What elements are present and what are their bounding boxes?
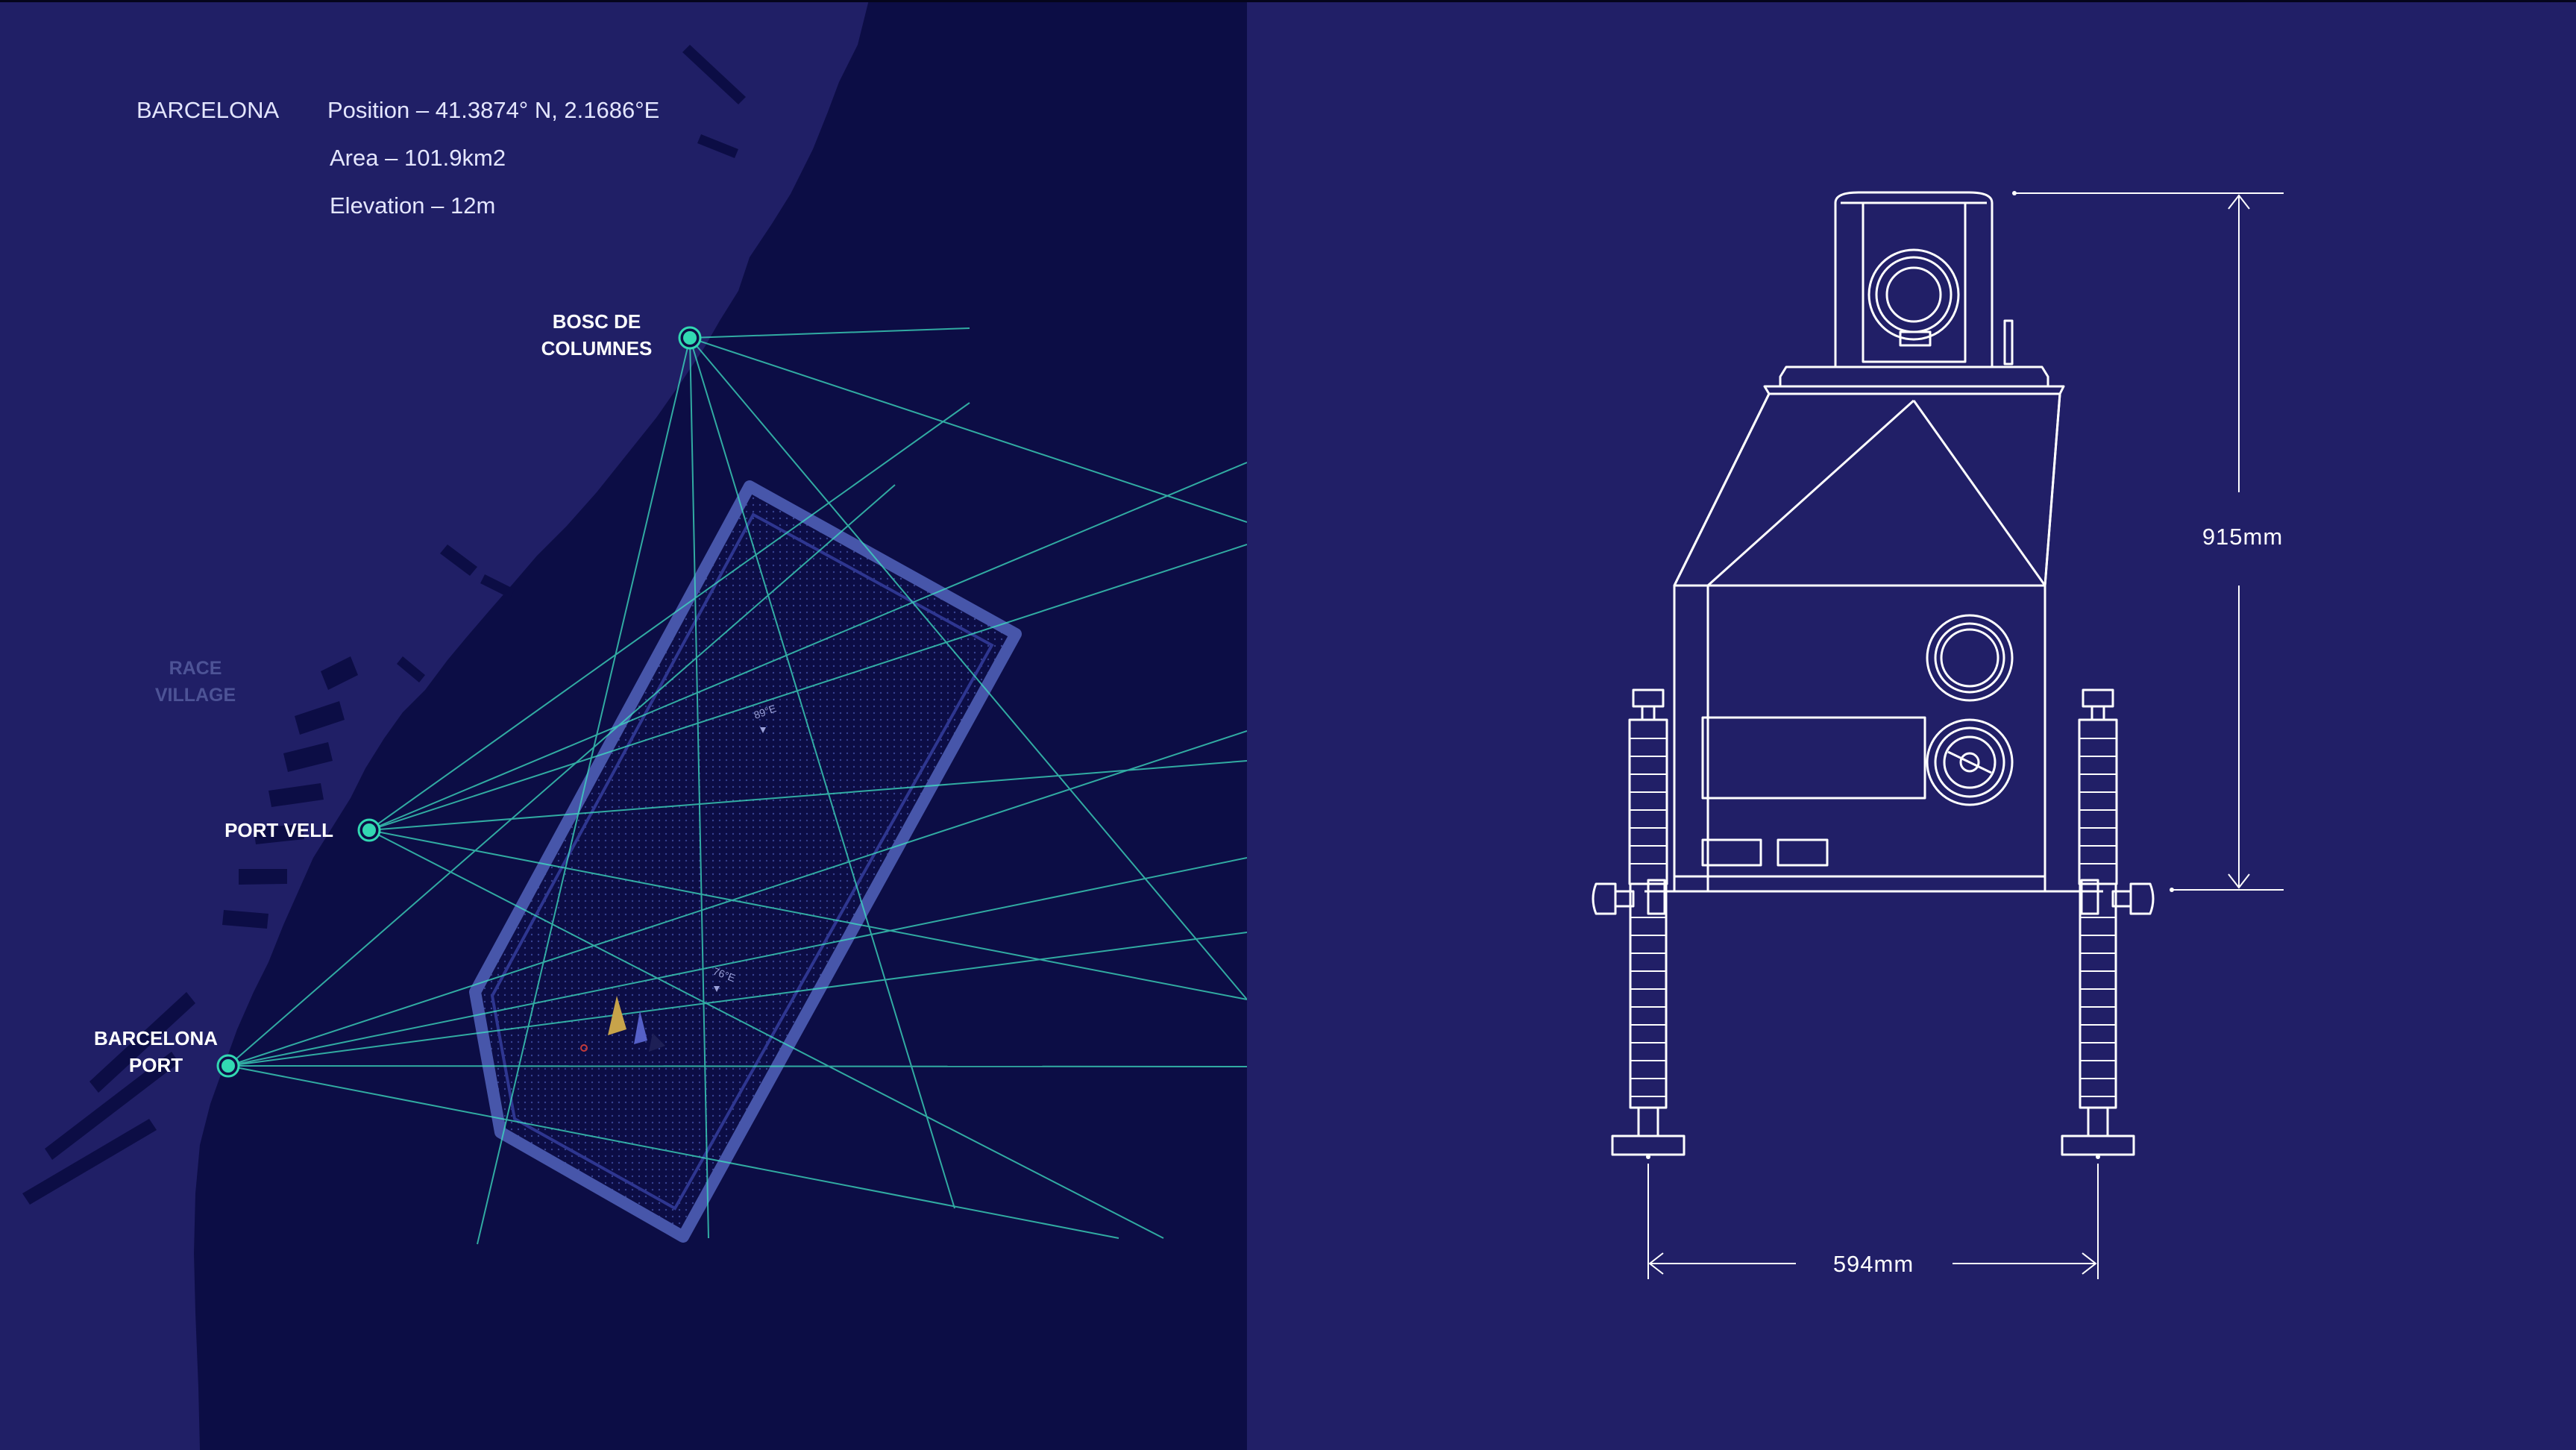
width-dimension-label: 594mm [1833, 1251, 1914, 1277]
position-text: Position – 41.3874° N, 2.1686°E [327, 97, 659, 123]
sightline [227, 1065, 1247, 1067]
station-label-bosc-line-1: BOSC DE [553, 310, 641, 333]
top-border [0, 0, 2576, 2]
dim-point [2170, 888, 2174, 892]
station-label-port-vell: PORT VELL [224, 819, 333, 841]
dim-point [2096, 1155, 2100, 1159]
map-panel: BARCELONA Position – 41.3874° N, 2.1686°… [0, 0, 1247, 1450]
coastline-map: BARCELONA Position – 41.3874° N, 2.1686°… [0, 0, 1247, 1450]
station-label-port-line-1: BARCELONA [94, 1027, 218, 1049]
area-text: Area – 101.9km2 [330, 145, 506, 171]
drawing-background [1247, 0, 2576, 1450]
dim-point [1646, 1155, 1650, 1159]
height-dimension-label: 915mm [2202, 524, 2283, 550]
city-name: BARCELONA [136, 97, 280, 123]
drawing-panel: 915mm 594mm [1247, 0, 2576, 1450]
station-label-port-line-2: PORT [129, 1054, 183, 1076]
device-drawing: 915mm 594mm [1247, 0, 2576, 1450]
stage: BARCELONA Position – 41.3874° N, 2.1686°… [0, 0, 2576, 1450]
station-label-bosc-line-2: COLUMNES [541, 337, 653, 360]
district-label-line-1: RACE [169, 658, 222, 679]
district-label-line-2: VILLAGE [155, 685, 236, 706]
elevation-text: Elevation – 12m [330, 192, 495, 219]
dim-point [2012, 191, 2017, 195]
